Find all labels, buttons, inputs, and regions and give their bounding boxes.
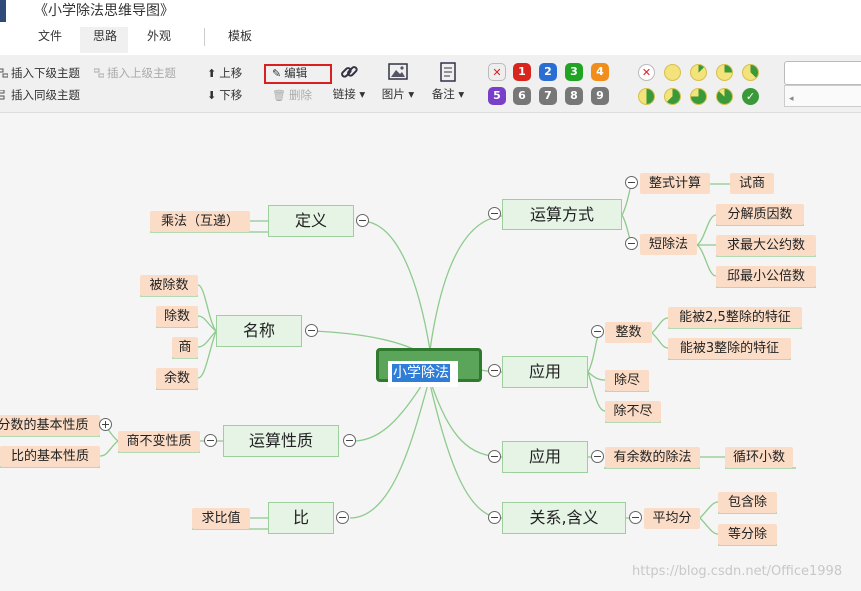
- topic-prime-factorization[interactable]: 分解质因数: [716, 204, 804, 225]
- collapse-icon[interactable]: [488, 207, 501, 220]
- topic-remainder[interactable]: 余数: [156, 368, 198, 389]
- topic-partitive-division[interactable]: 等分除: [718, 524, 777, 545]
- topic-definition[interactable]: 定义: [268, 205, 354, 237]
- topic-lcm[interactable]: 邱最小公倍数: [716, 266, 816, 287]
- collapse-icon[interactable]: [488, 511, 501, 524]
- topic-integer[interactable]: 整数: [605, 322, 652, 343]
- topic-polynomial-calc[interactable]: 整式计算: [640, 173, 710, 194]
- topic-divisor[interactable]: 除数: [156, 306, 198, 327]
- collapse-icon[interactable]: [336, 511, 349, 524]
- topic-trial-quotient[interactable]: 试商: [730, 173, 774, 194]
- collapse-icon[interactable]: [488, 450, 501, 463]
- topic-divisible-by-2-5[interactable]: 能被2,5整除的特征: [668, 307, 802, 328]
- topic-multiplication-inverse[interactable]: 乘法（互递）: [150, 211, 250, 232]
- topic-operation-method[interactable]: 运算方式: [502, 199, 622, 230]
- topic-dividend[interactable]: 被除数: [140, 275, 198, 296]
- collapse-icon[interactable]: [625, 176, 638, 189]
- collapse-icon[interactable]: [625, 237, 638, 250]
- expand-icon[interactable]: [99, 418, 112, 431]
- topic-relation-meaning[interactable]: 关系,含义: [502, 502, 626, 534]
- watermark: https://blog.csdn.net/Office1998: [632, 564, 843, 579]
- app-window: 《小学除法思维导图》 文件 思路 外观 模板 插入下级主题 插入上级主题 插入同…: [0, 0, 861, 591]
- collapse-icon[interactable]: [356, 214, 369, 227]
- collapse-icon[interactable]: [591, 325, 604, 338]
- topic-equal-sharing[interactable]: 平均分: [644, 508, 700, 529]
- topic-quotient[interactable]: 商: [172, 337, 198, 358]
- topic-names[interactable]: 名称: [216, 315, 302, 347]
- topic-exact-division[interactable]: 除尽: [605, 370, 649, 391]
- topic-operation-properties[interactable]: 运算性质: [223, 425, 339, 457]
- collapse-icon[interactable]: [305, 324, 318, 337]
- central-topic-text[interactable]: 小学除法: [392, 364, 450, 382]
- collapse-icon[interactable]: [488, 364, 501, 377]
- topic-repeating-decimal[interactable]: 循环小数: [725, 447, 793, 468]
- topic-quotient-invariance[interactable]: 商不变性质: [118, 431, 200, 452]
- collapse-icon[interactable]: [629, 511, 642, 524]
- topic-find-ratio-value[interactable]: 求比值: [192, 508, 250, 529]
- topic-application-1[interactable]: 应用: [502, 356, 588, 388]
- collapse-icon[interactable]: [591, 450, 604, 463]
- topic-division-with-remainder[interactable]: 有余数的除法: [605, 447, 700, 468]
- collapse-icon[interactable]: [204, 434, 217, 447]
- topic-fraction-basic-property[interactable]: 分数的基本性质: [0, 415, 100, 436]
- topic-inexact-division[interactable]: 除不尽: [605, 401, 661, 422]
- topic-ratio-basic-property[interactable]: 比的基本性质: [0, 446, 100, 467]
- topic-divisible-by-3[interactable]: 能被3整除的特征: [668, 338, 791, 359]
- topic-quotative-division[interactable]: 包含除: [718, 492, 777, 513]
- topic-gcd[interactable]: 求最大公约数: [716, 235, 816, 256]
- collapse-icon[interactable]: [343, 434, 356, 447]
- topic-ratio[interactable]: 比: [268, 502, 334, 534]
- topic-short-division[interactable]: 短除法: [640, 234, 697, 255]
- topic-application-2[interactable]: 应用: [502, 441, 588, 473]
